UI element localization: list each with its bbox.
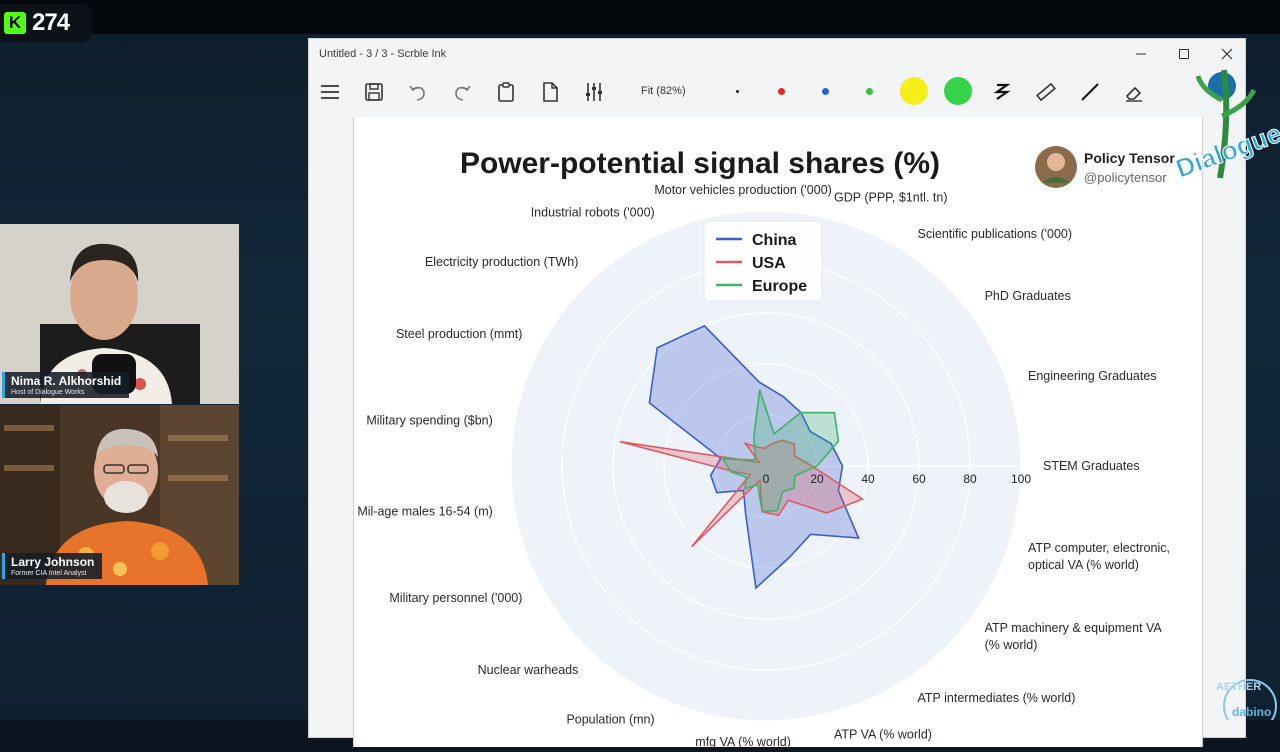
pen-color-red[interactable] (778, 88, 785, 95)
undo-button[interactable] (403, 77, 433, 107)
viewer-count: 274 (32, 9, 70, 36)
legend-label-usa: USA (752, 255, 786, 272)
host-name: Nima R. Alkhorshid (11, 374, 122, 388)
radar-axis-label: Engineering Graduates (1028, 369, 1157, 383)
pen-color-green[interactable] (866, 88, 873, 95)
eraser-tool-button[interactable] (1119, 77, 1149, 107)
redo-icon (455, 85, 471, 101)
undo-icon (409, 85, 425, 101)
save-icon (365, 83, 383, 101)
minimize-icon (1136, 53, 1146, 55)
guest-role: Former CIA Intel Analyst (11, 570, 87, 577)
radar-axis-label: ATP computer, electronic, optical VA (% w… (1028, 541, 1170, 572)
ruler-tool-button[interactable] (1031, 77, 1061, 107)
clipboard-icon (498, 82, 514, 102)
radar-axis-label: Mil-age males 16-54 (m) (357, 505, 492, 519)
close-icon (1221, 48, 1233, 60)
author-avatar (1035, 146, 1077, 188)
hamburger-menu-icon (321, 85, 339, 99)
window-titlebar: Untitled - 3 / 3 - Scrble Ink (309, 39, 1245, 69)
aether-logo-text: AETHER (1216, 681, 1261, 693)
radial-tick-label: 20 (810, 472, 824, 486)
ruler-icon (1036, 82, 1056, 102)
maximize-icon (1179, 49, 1189, 59)
radar-axis-label: mfg VA (% world) (695, 735, 791, 747)
radial-tick-label: 100 (1011, 472, 1031, 486)
scrble-ink-window: Untitled - 3 / 3 - Scrble Ink Fit (82%) … (308, 38, 1246, 749)
radial-tick-label: 80 (963, 472, 977, 486)
page-icon (543, 82, 558, 102)
eraser-icon (1125, 86, 1142, 102)
kick-logo-icon: K (4, 12, 26, 34)
viewer-count-badge: K 274 (0, 4, 92, 42)
highlighter-green[interactable] (944, 77, 972, 105)
pen-color-blue[interactable] (822, 88, 829, 95)
radar-axis-label: Motor vehicles production ('000) (654, 183, 831, 197)
radar-axis-label: PhD Graduates (985, 289, 1071, 303)
host-video-tile: Nima R. Alkhorshid Host of Dialogue Work… (0, 224, 239, 404)
legend-label-china: China (752, 232, 797, 249)
line-tool-button[interactable] (1075, 77, 1105, 107)
radar-axis-label: Nuclear warheads (478, 663, 579, 677)
sliders-icon (586, 83, 602, 101)
radar-axis-label: STEM Graduates (1043, 459, 1140, 473)
stream-top-bar (0, 0, 1280, 34)
radar-axis-label: ATP intermediates (% world) (918, 691, 1076, 705)
radar-axis-label: GDP (PPP, $1ntl. tn) (834, 191, 947, 205)
highlighter-yellow[interactable] (900, 77, 928, 105)
aether-logo-subtext: dabino (1232, 705, 1271, 719)
dialogue-works-logo: Dialogue Works (1171, 69, 1280, 184)
squiggle-icon (993, 83, 1011, 100)
guest-name: Larry Johnson (11, 555, 95, 569)
guest-video-tile: Larry Johnson Former CIA Intel Analyst (0, 405, 239, 585)
radar-chart: Power-potential signal shares (%) Policy… (357, 146, 1175, 749)
window-title: Untitled - 3 / 3 - Scrble Ink (319, 48, 447, 60)
chart-legend: China USA Europe (703, 220, 823, 302)
settings-sliders-button[interactable] (579, 77, 609, 107)
radial-tick-label: 0 (763, 472, 770, 486)
menu-button[interactable] (315, 77, 345, 107)
pen-color-black[interactable] (736, 90, 739, 93)
radar-axis-label: Industrial robots ('000) (531, 205, 655, 219)
save-button[interactable] (359, 77, 389, 107)
guest-nametag: Larry Johnson Former CIA Intel Analyst (2, 553, 103, 579)
aether-logo: AETHER dabino (1216, 679, 1277, 720)
redo-button[interactable] (447, 77, 477, 107)
host-nametag: Nima R. Alkhorshid Host of Dialogue Work… (2, 372, 130, 398)
radar-axis-label: Electricity production (TWh) (425, 255, 579, 269)
radar-axis-label: Military spending ($bn) (366, 413, 492, 427)
freehand-tool-button[interactable] (987, 77, 1017, 107)
radar-axis-label: Scientific publications ('000) (918, 227, 1073, 241)
zoom-level[interactable]: Fit (82%) (641, 85, 686, 97)
host-role: Host of Dialogue Works (11, 389, 85, 396)
toolbar: Fit (82%) (309, 69, 1245, 115)
line-icon (1081, 83, 1099, 101)
ink-canvas[interactable]: Power-potential signal shares (%) Policy… (353, 117, 1203, 749)
chart-title: Power-potential signal shares (%) (460, 147, 940, 180)
legend-label-europe: Europe (752, 278, 807, 295)
radial-tick-label: 60 (912, 472, 926, 486)
radar-axis-label: ATP VA (% world) (834, 728, 932, 742)
radar-axis-label: Military personnel ('000) (389, 591, 522, 605)
radial-tick-label: 40 (861, 472, 875, 486)
new-page-button[interactable] (535, 77, 565, 107)
radar-axis-label: Steel production (mmt) (396, 327, 522, 341)
radar-axis-label: ATP machinery & equipment VA (% world) (985, 621, 1163, 652)
paste-button[interactable] (491, 77, 521, 107)
